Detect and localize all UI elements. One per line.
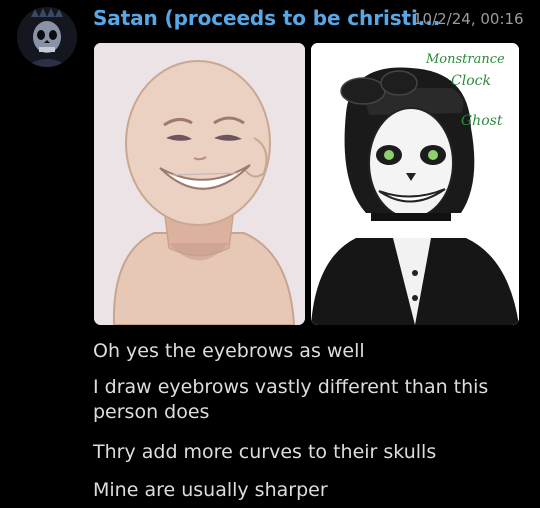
attachment-image-sketch[interactable] <box>94 43 305 325</box>
attachment-image-drawing[interactable]: Monstrance Clock Ghost <box>311 43 519 325</box>
handwritten-label-2: Clock <box>451 73 491 89</box>
author-name[interactable]: Satan (proceeds to be christi... <box>93 6 440 30</box>
message-line: Oh yes the eyebrows as well <box>93 340 365 362</box>
skull-icon <box>17 7 77 67</box>
user-avatar[interactable] <box>17 7 77 67</box>
message-line: I draw eyebrows vastly different than th… <box>93 376 489 423</box>
handwritten-label-3: Ghost <box>461 113 503 129</box>
message-timestamp: 10/2/24, 00:16 <box>413 10 524 28</box>
message-line: Mine are usually sharper <box>93 479 328 501</box>
skull-face-character-image: Monstrance Clock Ghost <box>311 43 519 325</box>
bald-figure-sketch-image <box>94 43 305 325</box>
handwritten-label-1: Monstrance <box>425 52 505 67</box>
message-line: Thry add more curves to their skulls <box>93 441 437 463</box>
